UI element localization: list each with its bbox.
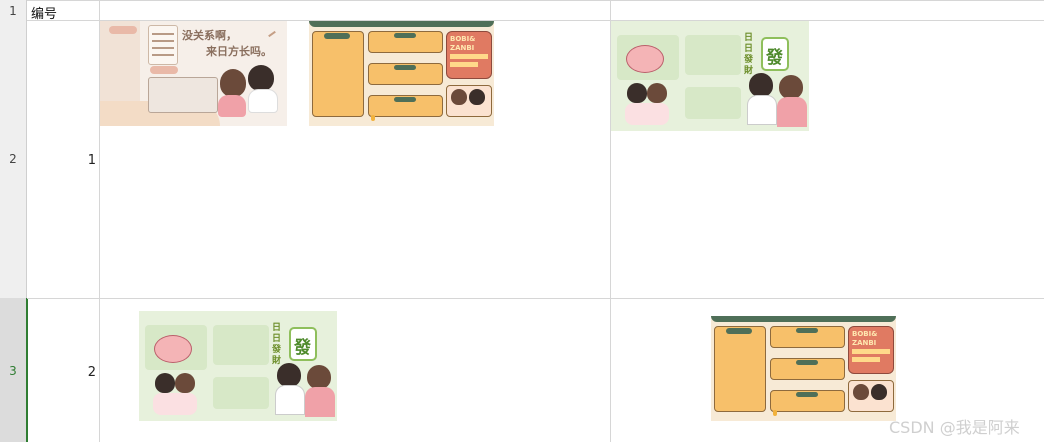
brand-line2: ZANBI [450, 44, 475, 52]
character-body [275, 385, 305, 415]
badge-shape [109, 26, 137, 34]
character-pink [307, 365, 331, 389]
star-icon [773, 410, 777, 416]
character-body [218, 95, 246, 117]
panel-tag [796, 360, 818, 365]
panel-tag [726, 328, 752, 334]
panel-tag [394, 97, 416, 102]
brand-line1: BOBI& [450, 35, 476, 43]
brand-stripe [852, 357, 880, 362]
panel-tag [796, 392, 818, 397]
header-cell-id[interactable]: 编号 [31, 3, 57, 22]
character-pink [853, 384, 869, 400]
character-body [747, 95, 777, 125]
top-scallop-bar [309, 21, 494, 27]
cell-id-row3[interactable]: 2 [66, 365, 96, 380]
row-number-2: 2 [9, 152, 17, 166]
character-body [777, 97, 807, 127]
embedded-image-pink-note[interactable]: 没关系啊， 来日方长吗。 [100, 21, 287, 126]
headline-line1: 没关系啊， [182, 29, 237, 42]
character-white [469, 89, 485, 105]
brand-stripe [450, 62, 478, 67]
panel-tag [324, 33, 350, 39]
panel-tag [796, 328, 818, 333]
character-small [647, 83, 667, 103]
speech-bubble [154, 335, 192, 363]
row-number-1: 1 [9, 4, 17, 18]
character-pink [451, 89, 467, 105]
side-chars: 日日發財 [272, 323, 282, 366]
character-pink [779, 75, 803, 99]
brand-line1: BOBI& [852, 330, 878, 338]
panel-tag [394, 65, 416, 70]
character-white [248, 65, 274, 91]
character-white [749, 73, 773, 97]
orange-panel-left [312, 31, 364, 117]
panel-tag [394, 33, 416, 38]
green-panel [685, 87, 741, 119]
character-white [277, 363, 301, 387]
brand-line2: ZANBI [852, 339, 877, 347]
tile-char: 發 [294, 338, 311, 358]
green-panel [213, 377, 269, 409]
character-body [625, 103, 669, 125]
character-body [248, 89, 278, 113]
orange-panel-left [714, 326, 766, 412]
character-body [305, 387, 335, 417]
speech-bubble [626, 45, 664, 73]
embedded-image-orange-schedule[interactable]: BOBI& ZANBI [309, 21, 494, 126]
headline-line2: 来日方长吗。 [206, 45, 272, 58]
grid-line [27, 298, 1044, 299]
checklist-card [148, 25, 178, 65]
pencil-icon [268, 30, 276, 38]
embedded-image-orange-schedule-row3[interactable]: BOBI& ZANBI [711, 316, 896, 421]
brand-stripe [852, 349, 890, 354]
badge-shape [150, 66, 178, 74]
embedded-image-green-tile-row3[interactable]: 日日發財 發 [139, 311, 337, 421]
character-small [155, 373, 175, 393]
character-body [153, 393, 197, 415]
character-small [175, 373, 195, 393]
watermark: CSDN @我是阿来 [889, 418, 1020, 437]
character-pink [220, 69, 246, 97]
cell-id-row2[interactable]: 1 [66, 153, 96, 168]
green-panel [685, 35, 741, 75]
grid-line [27, 0, 1044, 1]
embedded-image-green-tile[interactable]: 日日發財 發 [611, 21, 809, 131]
checklist-line [152, 54, 174, 56]
row-number-3: 3 [9, 364, 17, 378]
character-white [871, 384, 887, 400]
note-box [148, 77, 218, 113]
checklist-line [152, 40, 174, 42]
side-chars: 日日發財 [744, 33, 754, 76]
checklist-line [152, 33, 174, 35]
checklist-line [152, 47, 174, 49]
brand-stripe [450, 54, 488, 59]
star-icon [371, 115, 375, 121]
tile-char: 發 [766, 48, 783, 68]
character-small [627, 83, 647, 103]
top-scallop-bar [711, 316, 896, 322]
green-panel [213, 325, 269, 365]
